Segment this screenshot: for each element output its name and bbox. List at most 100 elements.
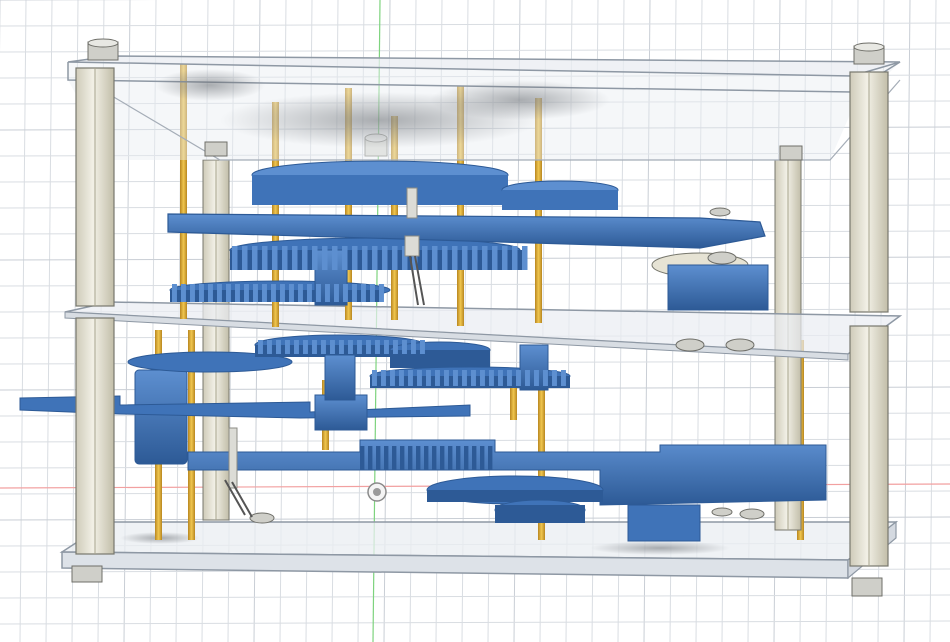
top-screw-rear-right[interactable] (779, 145, 803, 161)
gear-tooth (262, 284, 267, 302)
gear-tooth (453, 370, 458, 386)
gear-tooth (522, 246, 528, 270)
gear-tooth (172, 284, 177, 302)
gear-tooth (339, 340, 344, 354)
gear-tooth (376, 446, 381, 470)
gear-tooth (480, 370, 485, 386)
gear-tooth (420, 340, 425, 354)
bottom-plate[interactable] (59, 520, 899, 580)
origin-marker-icon[interactable] (367, 482, 387, 502)
gear-tooth (417, 370, 422, 386)
gear-tooth (366, 340, 371, 354)
gear-tooth (392, 246, 398, 270)
gear-tooth (471, 370, 476, 386)
gear-tooth (456, 446, 461, 470)
gear-tooth (534, 370, 539, 386)
top-screw-left[interactable] (87, 38, 119, 61)
gear-tooth (424, 446, 429, 470)
gear-tooth (292, 246, 298, 270)
gear-tooth (307, 284, 312, 302)
gear-tooth (316, 284, 321, 302)
gear-tooth (426, 370, 431, 386)
top-plate[interactable] (67, 55, 901, 161)
gear-tooth (379, 284, 384, 302)
gear-tooth (321, 340, 326, 354)
rack-teeth (360, 446, 493, 470)
gear-tooth (372, 370, 377, 386)
gear-tooth (462, 370, 467, 386)
gear-tooth (303, 340, 308, 354)
gear-tooth (489, 370, 494, 386)
gear-tooth (462, 246, 468, 270)
gear-tooth (360, 446, 365, 470)
grid-line-horizontal (0, 620, 950, 625)
gear-tooth (298, 284, 303, 302)
gear-tooth (480, 446, 485, 470)
cad-scene[interactable] (0, 0, 950, 642)
grid-line-horizontal (0, 204, 950, 209)
gear-tooth (280, 284, 285, 302)
gear-tooth (452, 246, 458, 270)
gear-tooth (498, 370, 503, 386)
gear-tooth (272, 246, 278, 270)
gear-tooth (492, 246, 498, 270)
gear-tooth (411, 340, 416, 354)
gear-tooth (444, 370, 449, 386)
grid-line-horizontal (0, 22, 950, 27)
gear-tooth (512, 246, 518, 270)
gear-tooth (392, 446, 397, 470)
lower-screw-left[interactable] (224, 427, 275, 524)
bottom-screw-left[interactable] (71, 565, 103, 583)
gear-tooth (416, 446, 421, 470)
gear-tooth (390, 370, 395, 386)
gear-tooth (262, 246, 268, 270)
gear-tooth (235, 284, 240, 302)
gear-tooth (399, 370, 404, 386)
gear-tooth (561, 370, 566, 386)
gear-tooth (242, 246, 248, 270)
gear-tooth (312, 340, 317, 354)
top-screw-right[interactable] (853, 42, 885, 65)
gear-tooth (181, 284, 186, 302)
bottom-screw-right[interactable] (851, 577, 883, 597)
gear-tooth (325, 284, 330, 302)
gear-tooth (448, 446, 453, 470)
gear-tooth (525, 370, 530, 386)
gear-tooth (464, 446, 469, 470)
gear-tooth (342, 246, 348, 270)
gear-tooth (352, 246, 358, 270)
gear-tooth (400, 446, 405, 470)
gear-tooth (357, 340, 362, 354)
gear-tooth (507, 370, 512, 386)
gear-tooth (361, 284, 366, 302)
cad-viewport[interactable] (0, 0, 950, 642)
gear-tooth (375, 340, 380, 354)
gear-tooth (267, 340, 272, 354)
grid-line-vertical (929, 0, 937, 642)
top-screw-rear-left[interactable] (204, 141, 228, 157)
gear-tooth (488, 446, 493, 470)
gear-tooth (190, 284, 195, 302)
gear-tooth (285, 340, 290, 354)
gear-tooth (368, 446, 373, 470)
gear-tooth (330, 340, 335, 354)
gear-tooth (422, 246, 428, 270)
grid-line-horizontal (0, 594, 950, 599)
gear-tooth (370, 284, 375, 302)
gear-tooth (372, 246, 378, 270)
gear-tooth (482, 246, 488, 270)
gear-tooth (322, 246, 328, 270)
gear-tooth (435, 370, 440, 386)
grid-line-horizontal (0, 516, 950, 521)
gear-tooth (253, 284, 258, 302)
gear-tooth (258, 340, 263, 354)
gear-tooth (543, 370, 548, 386)
gear-tooth (408, 370, 413, 386)
gear-tooth (381, 370, 386, 386)
grid-line-horizontal (0, 48, 950, 53)
gear-tooth (332, 246, 338, 270)
gear-tooth (217, 284, 222, 302)
gear-tooth (362, 246, 368, 270)
gear-tooth (384, 340, 389, 354)
gear-tooth (352, 284, 357, 302)
